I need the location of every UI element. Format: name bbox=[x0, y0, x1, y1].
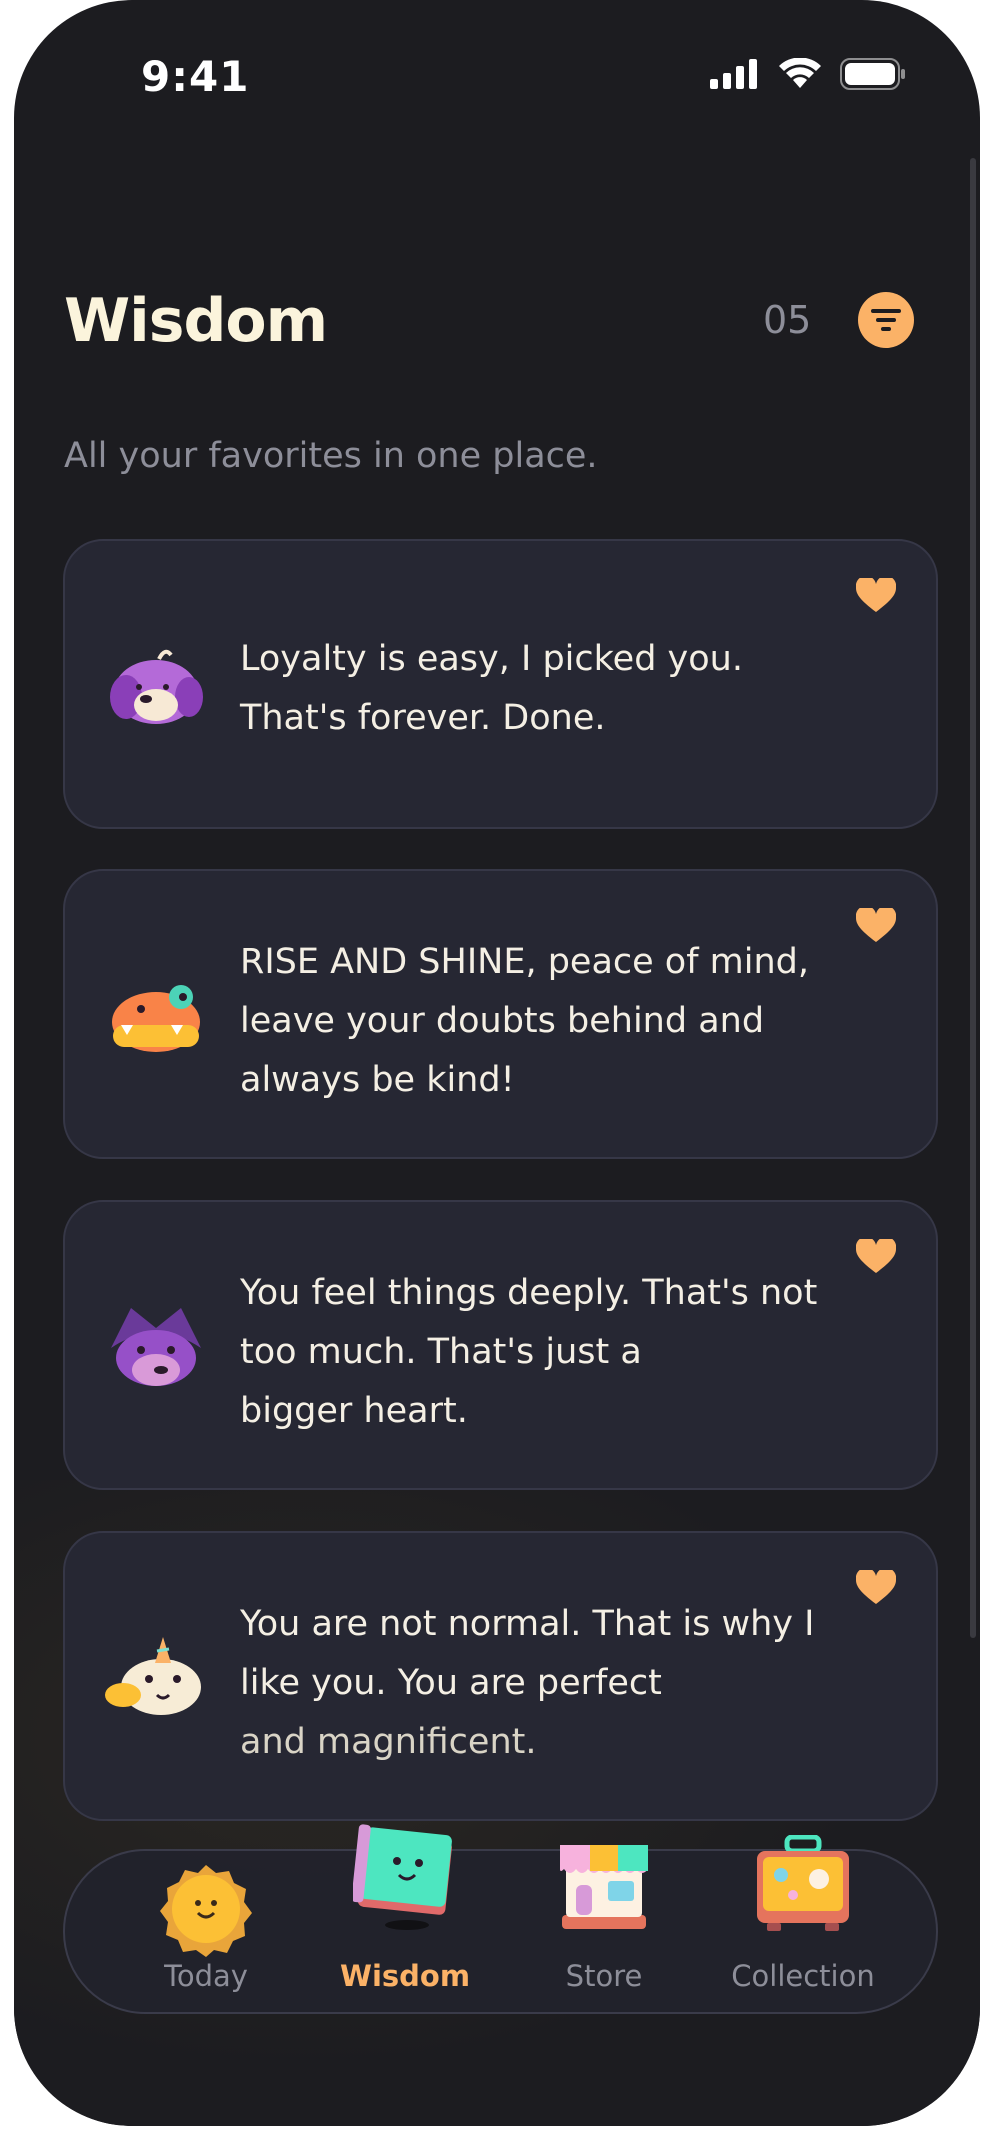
filter-icon bbox=[871, 309, 901, 331]
tab-label: Today bbox=[164, 1959, 248, 1993]
quote-line: leave your doubts behind and bbox=[240, 1001, 765, 1041]
quote-line: That's forever. Done. bbox=[240, 698, 606, 738]
tab-collection[interactable]: Collection bbox=[703, 1835, 903, 2016]
page-title: Wisdom bbox=[64, 286, 328, 356]
quote-line: and magnificent. bbox=[240, 1722, 537, 1762]
wisdom-card[interactable]: RISE AND SHINE, peace of mind, leave you… bbox=[63, 869, 938, 1159]
heart-icon[interactable] bbox=[856, 1239, 896, 1275]
wisdom-card[interactable]: Loyalty is easy, I picked you. That's fo… bbox=[63, 539, 938, 829]
purple-bat-icon bbox=[111, 1308, 201, 1386]
quote-line: bigger heart. bbox=[240, 1391, 468, 1431]
tab-wisdom[interactable]: Wisdom bbox=[305, 1824, 505, 2016]
scrollbar[interactable] bbox=[970, 158, 976, 1638]
book-icon bbox=[353, 1824, 452, 1930]
wifi-icon bbox=[779, 58, 821, 88]
tab-store[interactable]: Store bbox=[504, 1845, 704, 2016]
tab-bar: Today Wisdom Store Collection bbox=[63, 1824, 938, 2016]
quote-line: like you. You are perfect bbox=[240, 1663, 662, 1703]
status-icons bbox=[710, 58, 906, 90]
tab-label: Collection bbox=[731, 1959, 875, 1993]
quote-line: too much. That's just a bbox=[240, 1332, 642, 1372]
wisdom-card[interactable]: You are not normal. That is why I like y… bbox=[63, 1531, 938, 1821]
page-subtitle: All your favorites in one place. bbox=[64, 436, 598, 476]
signal-icon bbox=[710, 59, 757, 89]
quote-line: Loyalty is easy, I picked you. bbox=[240, 639, 743, 679]
unicorn-cow-icon bbox=[105, 1637, 201, 1715]
favorites-count: 05 bbox=[763, 298, 812, 342]
heart-icon[interactable] bbox=[856, 1570, 896, 1606]
battery-icon bbox=[840, 58, 905, 90]
phone-screen: 9:41 Wisdom 05 All your favorites in one… bbox=[14, 0, 980, 2126]
orange-crocodile-icon bbox=[112, 985, 200, 1052]
quote-line: always be kind! bbox=[240, 1060, 515, 1100]
quote-line: You are not normal. That is why I bbox=[240, 1604, 815, 1644]
quote-line: RISE AND SHINE, peace of mind, bbox=[240, 942, 810, 982]
filter-button[interactable] bbox=[858, 292, 914, 348]
status-time: 9:41 bbox=[141, 52, 250, 101]
sun-icon bbox=[160, 1865, 252, 1957]
tab-today[interactable]: Today bbox=[106, 1851, 306, 2016]
quote-line: You feel things deeply. That's not bbox=[240, 1273, 818, 1313]
wisdom-card[interactable]: You feel things deeply. That's not too m… bbox=[63, 1200, 938, 1490]
heart-icon[interactable] bbox=[856, 578, 896, 614]
purple-dog-icon bbox=[110, 649, 203, 724]
tab-label: Store bbox=[565, 1959, 643, 1993]
tab-label: Wisdom bbox=[339, 1959, 471, 1993]
store-icon bbox=[560, 1845, 648, 1929]
heart-icon[interactable] bbox=[856, 908, 896, 944]
suitcase-icon bbox=[757, 1835, 849, 1931]
